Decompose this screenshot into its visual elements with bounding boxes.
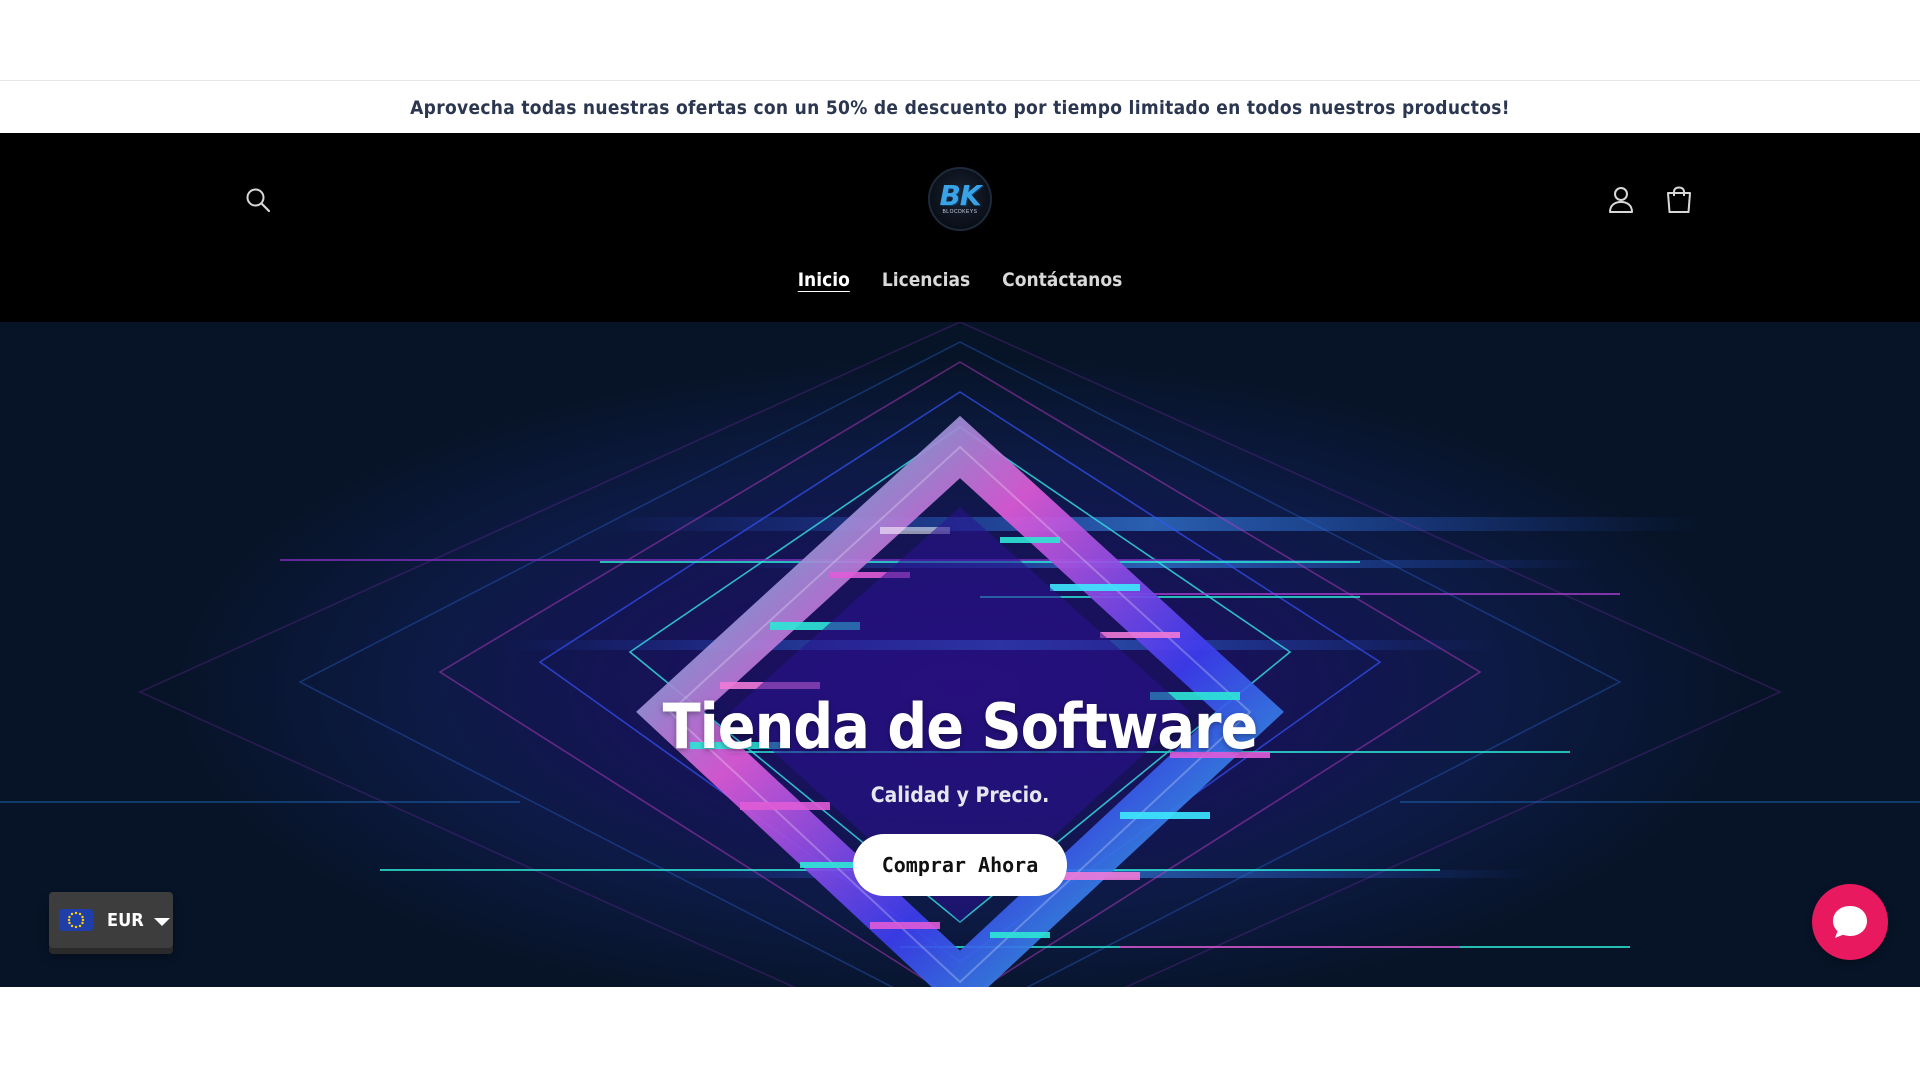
hero-subtitle: Calidad y Precio. xyxy=(870,783,1050,807)
shopping-bag-icon xyxy=(1667,186,1691,213)
search-button[interactable] xyxy=(236,178,280,222)
chevron-down-icon xyxy=(153,917,170,926)
browser-top-space xyxy=(0,0,1920,81)
hero-title: Tienda de Software xyxy=(662,690,1259,763)
cart-button[interactable] xyxy=(1657,178,1701,222)
currency-code: EUR xyxy=(107,909,144,931)
hero-banner: Tienda de Software Calidad y Precio. Com… xyxy=(0,322,1920,987)
eu-flag-icon xyxy=(59,909,93,931)
chat-bubble-icon xyxy=(1833,906,1867,938)
currency-selector[interactable]: EUR xyxy=(49,892,173,948)
logo-subtext: BLOCDKEYS xyxy=(942,209,978,215)
announcement-text: Aprovecha todas nuestras ofertas con un … xyxy=(410,96,1510,119)
nav-item-licencias[interactable]: Licencias xyxy=(882,269,970,291)
announcement-bar: Aprovecha todas nuestras ofertas con un … xyxy=(0,82,1920,133)
hero-content: Tienda de Software Calidad y Precio. Com… xyxy=(0,689,1920,896)
shop-now-button[interactable]: Comprar Ahora xyxy=(853,834,1067,896)
user-icon xyxy=(1609,187,1633,213)
account-button[interactable] xyxy=(1599,178,1643,222)
nav-item-inicio[interactable]: Inicio xyxy=(798,269,850,291)
search-icon xyxy=(246,188,271,213)
logo-mark: BK xyxy=(939,179,981,212)
site-header: BK BLOCDKEYS Inicio Licencias Contáctano… xyxy=(0,133,1920,322)
chat-button[interactable] xyxy=(1812,884,1888,960)
site-logo[interactable]: BK BLOCDKEYS xyxy=(928,167,992,231)
nav-item-contactanos[interactable]: Contáctanos xyxy=(1002,269,1122,291)
main-nav: Inicio Licencias Contáctanos xyxy=(0,269,1920,291)
